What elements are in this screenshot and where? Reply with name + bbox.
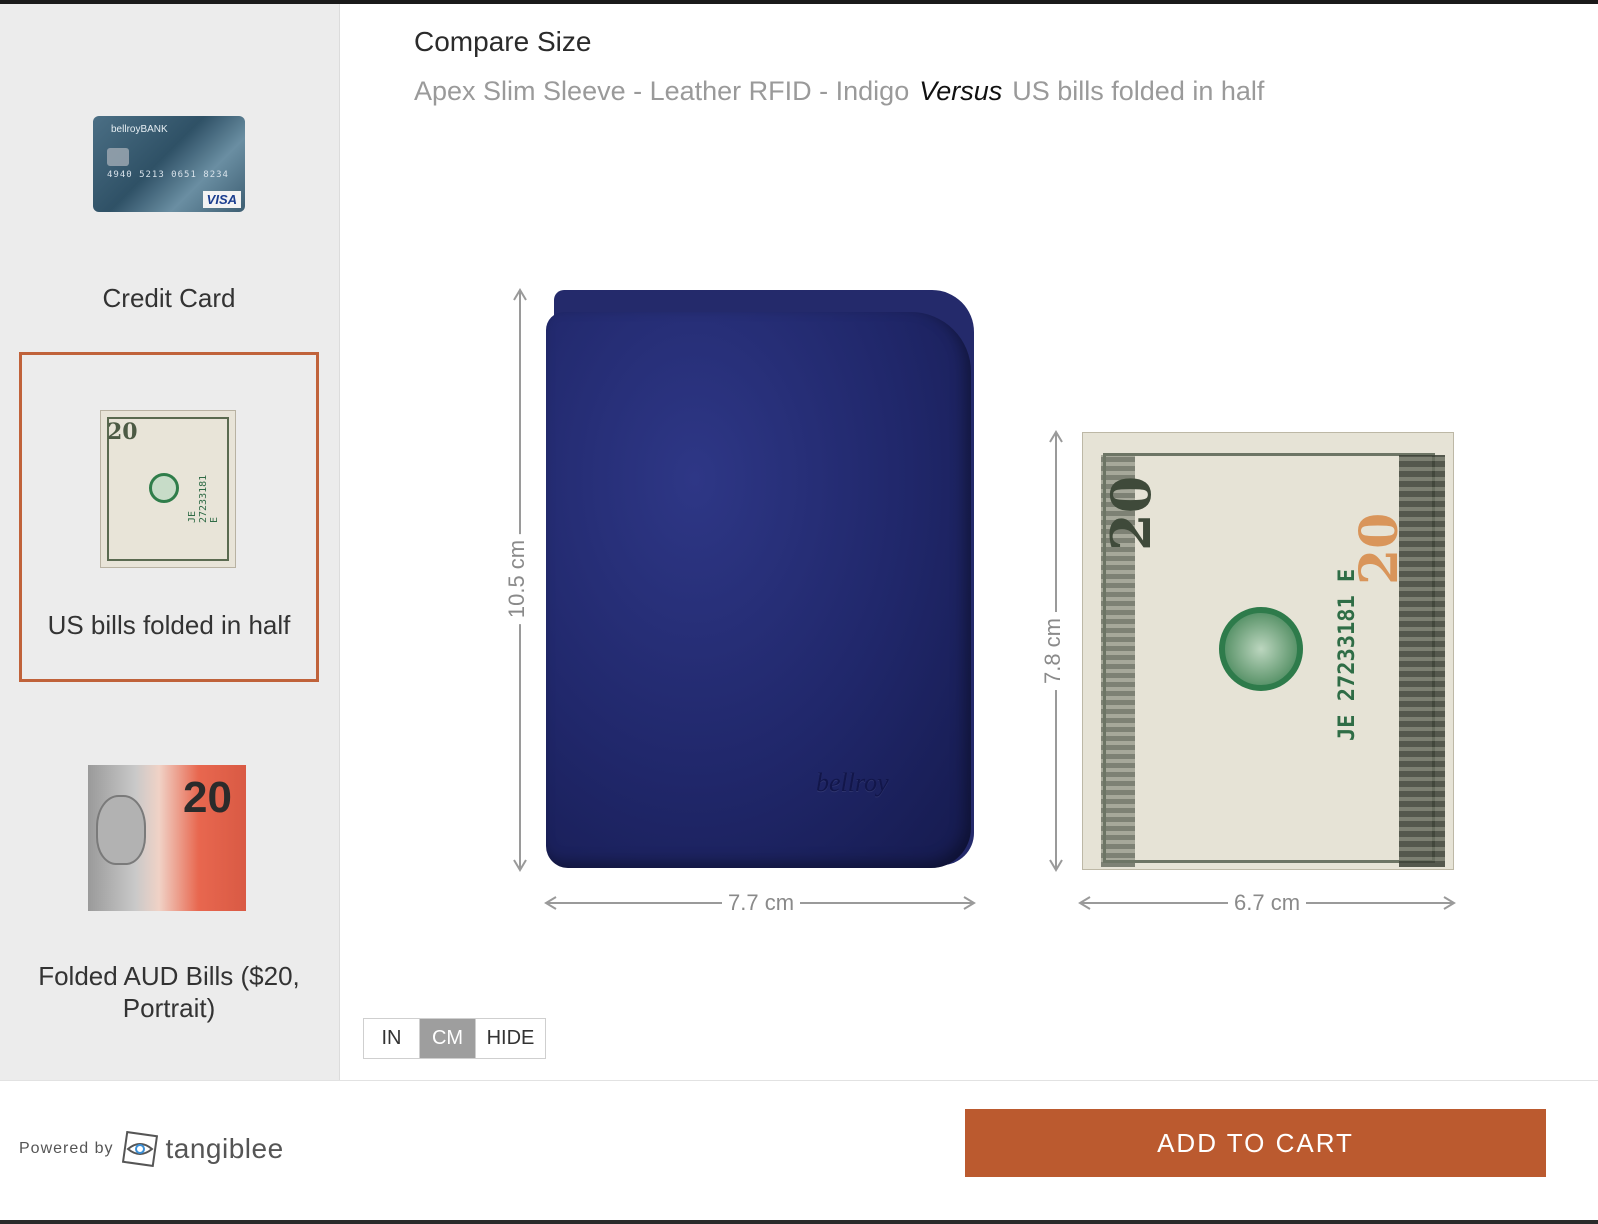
unit-hide-button[interactable]: HIDE <box>476 1019 545 1058</box>
bill-width-label: 6.7 cm <box>1228 890 1307 916</box>
powered-by-tangiblee[interactable]: Powered by tangiblee <box>19 1131 284 1167</box>
unit-in-button[interactable]: IN <box>364 1019 420 1058</box>
tangiblee-brand-name: tangiblee <box>165 1133 284 1164</box>
bill-height-label: 7.8 cm <box>1040 611 1067 691</box>
add-to-cart-button[interactable]: ADD TO CART <box>965 1109 1546 1177</box>
unit-cm-button[interactable]: CM <box>420 1019 476 1058</box>
bottom-border <box>0 1220 1598 1224</box>
unit-toggle: IN CM HIDE <box>363 1018 546 1059</box>
tangiblee-logo-icon <box>121 1131 158 1167</box>
wallet-image: bellroy <box>546 290 974 870</box>
wallet-brand-logo: bellroy <box>816 768 889 797</box>
footer: Powered by tangiblee ADD TO CART <box>0 1080 1598 1224</box>
powered-by-label: Powered by <box>19 1140 114 1157</box>
wallet-width-label: 7.7 cm <box>722 890 801 916</box>
bill-serial-number: JE 27233181 E <box>1335 568 1360 741</box>
bill-denomination: 20 <box>1099 475 1163 551</box>
us-bill-image: 20 20 JE 27233181 E <box>1082 432 1454 870</box>
wallet-height-label: 10.5 cm <box>504 533 531 625</box>
treasury-seal-icon <box>1219 607 1303 691</box>
